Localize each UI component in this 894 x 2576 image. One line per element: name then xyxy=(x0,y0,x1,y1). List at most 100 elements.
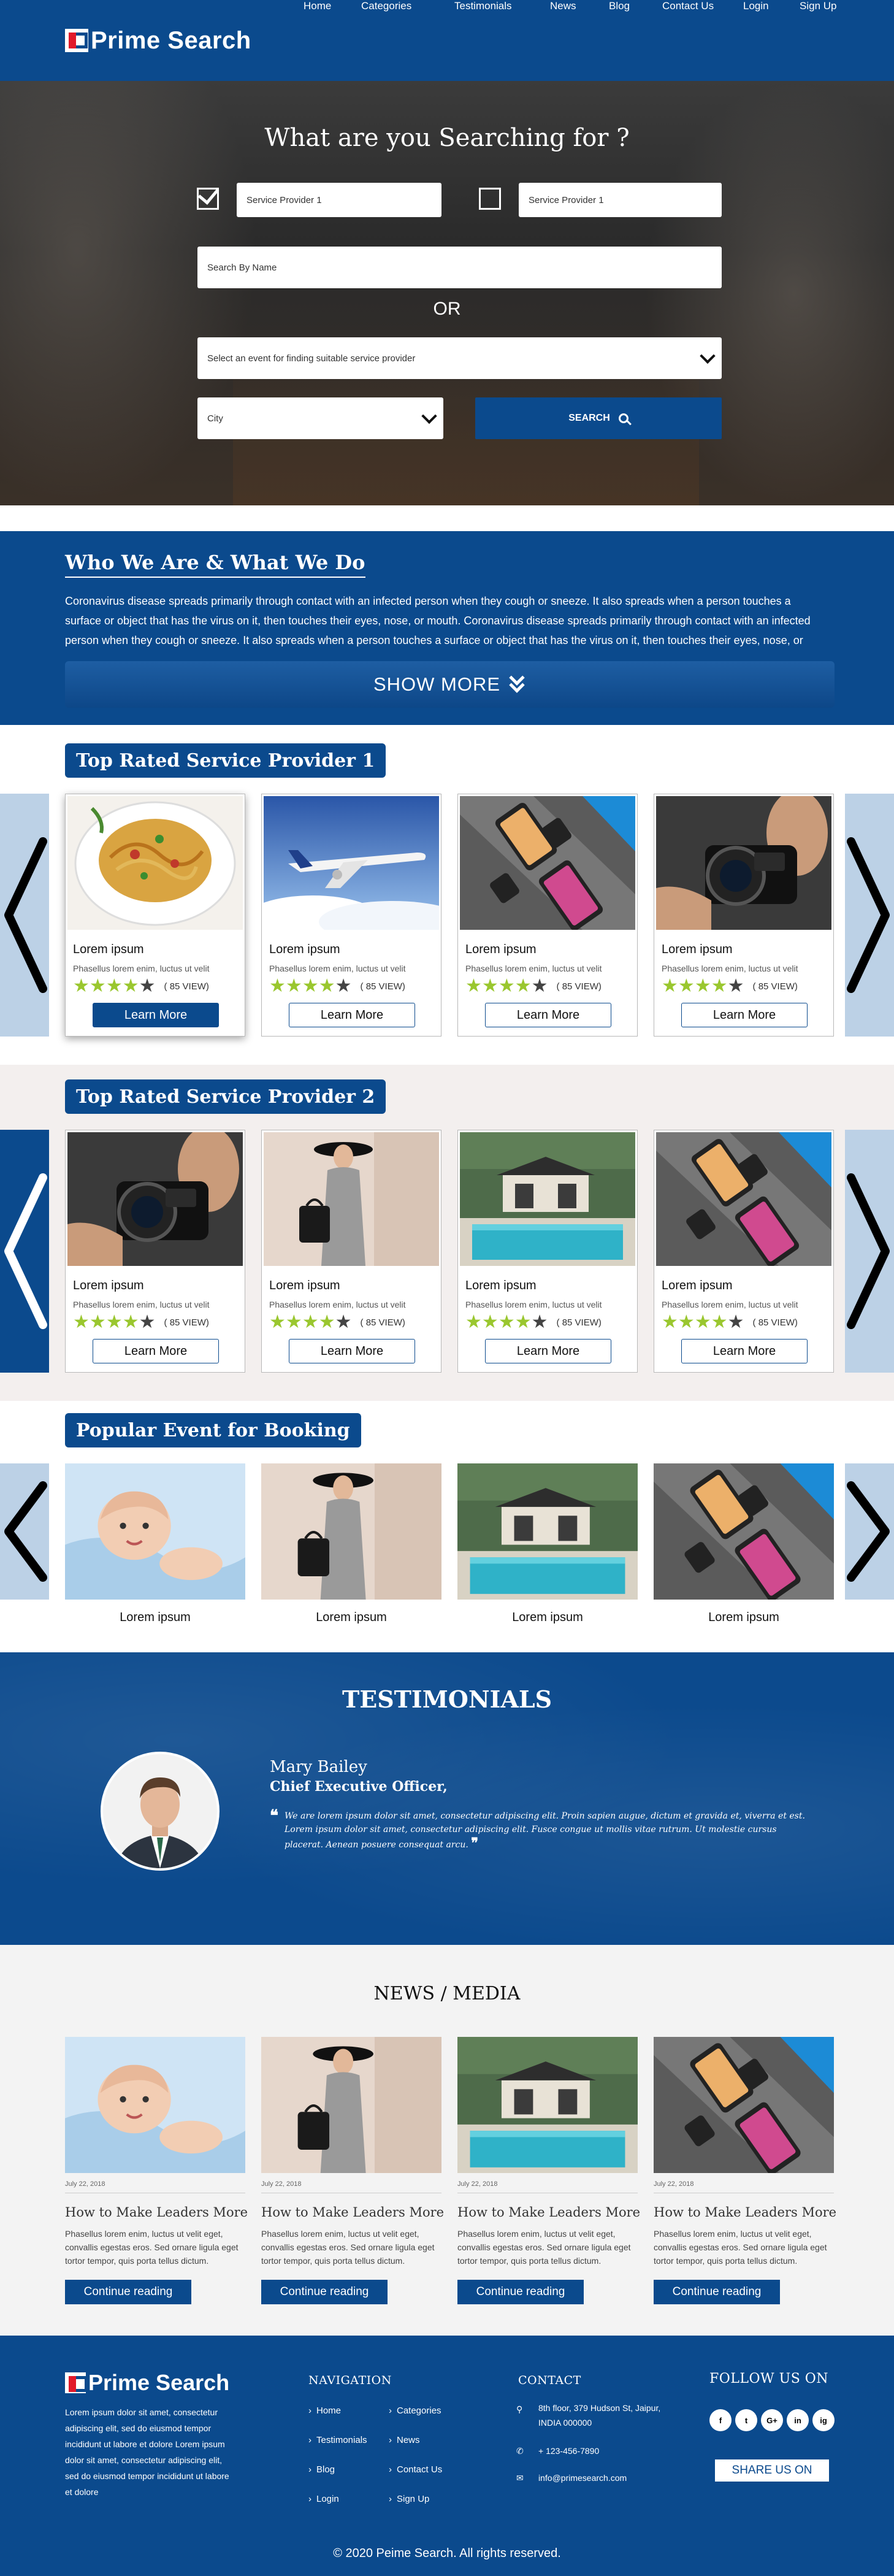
show-more-button[interactable]: SHOW MORE xyxy=(65,661,835,708)
facebook-icon[interactable]: f xyxy=(709,2409,732,2431)
nav-blog[interactable]: Blog xyxy=(609,0,630,12)
provider1-field[interactable]: Service Provider 1 xyxy=(237,183,441,217)
twitter-icon[interactable]: t xyxy=(735,2409,757,2431)
card-views: ( 85 VIEW) xyxy=(752,981,798,992)
event-image-phones-watches[interactable] xyxy=(654,1463,834,1600)
event-select[interactable]: Select an event for finding suitable ser… xyxy=(197,337,722,379)
card-image-fashion-woman xyxy=(264,1132,439,1266)
continue-reading-button[interactable]: Continue reading xyxy=(261,2280,388,2304)
instagram-icon[interactable]: ig xyxy=(812,2409,835,2431)
learn-more-button[interactable]: Learn More xyxy=(681,1339,808,1363)
learn-more-button[interactable]: Learn More xyxy=(681,1003,808,1027)
footer-link-sign-up[interactable]: Sign Up xyxy=(389,2494,429,2504)
carousel1-prev-button[interactable] xyxy=(0,794,49,1037)
events-prev-button[interactable] xyxy=(0,1463,49,1600)
star-icon: ★ xyxy=(727,1312,744,1332)
card-views: ( 85 VIEW) xyxy=(360,981,405,992)
google-plus-icon[interactable]: G+ xyxy=(761,2409,783,2431)
testimonial-avatar xyxy=(101,1752,220,1871)
footer-link-categories[interactable]: Categories xyxy=(389,2405,441,2416)
brand-logo[interactable]: Prime Search xyxy=(65,26,251,55)
learn-more-button[interactable]: Learn More xyxy=(289,1339,415,1363)
provider2-card[interactable]: Lorem ipsum Phasellus lorem enim, luctus… xyxy=(65,1130,245,1373)
card-image-camera xyxy=(67,1132,243,1266)
card-title: Lorem ipsum xyxy=(73,1279,144,1292)
event-image-baby[interactable] xyxy=(65,1463,245,1600)
learn-more-button[interactable]: Learn More xyxy=(485,1339,611,1363)
nav-sign-up[interactable]: Sign Up xyxy=(800,0,836,12)
nav-contact-us[interactable]: Contact Us xyxy=(662,0,714,12)
nav-categories[interactable]: Categories xyxy=(361,0,411,12)
continue-reading-button[interactable]: Continue reading xyxy=(654,2280,780,2304)
provider2-checkbox[interactable] xyxy=(479,188,501,210)
learn-more-button[interactable]: Learn More xyxy=(485,1003,611,1027)
provider1-card[interactable]: Lorem ipsum Phasellus lorem enim, luctus… xyxy=(261,794,441,1037)
event-label[interactable]: Lorem ipsum xyxy=(654,1611,834,1625)
event-label[interactable]: Lorem ipsum xyxy=(65,1611,245,1625)
footer-link-blog[interactable]: Blog xyxy=(308,2464,335,2475)
carousel2-next-button[interactable] xyxy=(845,1130,894,1373)
footer-link-home[interactable]: Home xyxy=(308,2405,341,2416)
learn-more-button[interactable]: Learn More xyxy=(93,1003,219,1027)
provider2-card[interactable]: Lorem ipsum Phasellus lorem enim, luctus… xyxy=(654,1130,834,1373)
continue-reading-button[interactable]: Continue reading xyxy=(65,2280,191,2304)
footer-logo[interactable]: Prime Search xyxy=(65,2370,229,2396)
news-headline[interactable]: How to Make Leaders More xyxy=(261,2205,444,2220)
provider1-card[interactable]: Lorem ipsum Phasellus lorem enim, luctus… xyxy=(457,794,638,1037)
provider2-field[interactable]: Service Provider 1 xyxy=(519,183,722,217)
provider1-checkbox[interactable] xyxy=(197,183,220,210)
news-image-baby[interactable] xyxy=(65,2037,245,2173)
event-label[interactable]: Lorem ipsum xyxy=(457,1611,638,1625)
footer-contact-title: CONTACT xyxy=(518,2374,581,2387)
nav-news[interactable]: News xyxy=(550,0,576,12)
provider1-card[interactable]: Lorem ipsum Phasellus lorem enim, luctus… xyxy=(654,794,834,1037)
search-by-name-input[interactable]: Search By Name xyxy=(197,247,722,288)
news-image-phones-watches[interactable] xyxy=(654,2037,834,2173)
learn-more-button[interactable]: Learn More xyxy=(93,1339,219,1363)
nav-testimonials[interactable]: Testimonials xyxy=(454,0,512,12)
footer-email[interactable]: info@primesearch.com xyxy=(538,2471,661,2485)
news-headline[interactable]: How to Make Leaders More xyxy=(654,2205,836,2220)
events-next-button[interactable] xyxy=(845,1463,894,1600)
footer-link-testimonials[interactable]: Testimonials xyxy=(308,2435,367,2445)
share-button[interactable]: SHARE US ON xyxy=(714,2458,830,2483)
footer-link-contact-us[interactable]: Contact Us xyxy=(389,2464,442,2475)
carousel2-prev-button[interactable] xyxy=(0,1130,49,1373)
news-headline[interactable]: How to Make Leaders More xyxy=(457,2205,640,2220)
provider1-card[interactable]: Lorem ipsum Phasellus lorem enim, luctus… xyxy=(65,794,245,1037)
card-title: Lorem ipsum xyxy=(662,1279,733,1292)
nav-login[interactable]: Login xyxy=(743,0,769,12)
news-image-pool-house[interactable] xyxy=(457,2037,638,2173)
quote-open-icon: ❝ xyxy=(270,1807,278,1825)
news-headline[interactable]: How to Make Leaders More xyxy=(65,2205,248,2220)
event-image-pool-house[interactable] xyxy=(457,1463,638,1600)
card-title: Lorem ipsum xyxy=(662,943,733,956)
learn-more-button[interactable]: Learn More xyxy=(289,1003,415,1027)
search-button[interactable]: SEARCH xyxy=(475,397,722,439)
footer-link-news[interactable]: News xyxy=(389,2435,420,2445)
card-views: ( 85 VIEW) xyxy=(752,1317,798,1328)
nav-home[interactable]: Home xyxy=(304,0,331,12)
star-icon: ★ xyxy=(105,976,123,996)
news-excerpt: Phasellus lorem enim, luctus ut velit eg… xyxy=(654,2229,827,2266)
star-icon: ★ xyxy=(531,1312,548,1332)
footer-phone[interactable]: + 123-456-7890 xyxy=(538,2444,661,2458)
card-title: Lorem ipsum xyxy=(269,1279,340,1292)
about-title: Who We Are & What We Do xyxy=(65,551,365,578)
city-select[interactable]: City xyxy=(197,397,443,439)
star-icon: ★ xyxy=(122,1312,139,1332)
event-label[interactable]: Lorem ipsum xyxy=(261,1611,441,1625)
event-select-value: Select an event for finding suitable ser… xyxy=(207,353,416,364)
provider2-card[interactable]: Lorem ipsum Phasellus lorem enim, luctus… xyxy=(261,1130,441,1373)
star-icon: ★ xyxy=(269,1312,286,1332)
linkedin-icon[interactable]: in xyxy=(787,2409,809,2431)
continue-reading-button[interactable]: Continue reading xyxy=(457,2280,584,2304)
card-rating: ★ ★ ★ ★ ★( 85 VIEW) xyxy=(662,1313,798,1332)
footer-link-login[interactable]: Login xyxy=(308,2494,339,2504)
news-image-fashion-woman[interactable] xyxy=(261,2037,441,2173)
star-icon: ★ xyxy=(465,1312,482,1332)
provider2-card[interactable]: Lorem ipsum Phasellus lorem enim, luctus… xyxy=(457,1130,638,1373)
about-text: Coronavirus disease spreads primarily th… xyxy=(65,595,811,646)
carousel1-next-button[interactable] xyxy=(845,794,894,1037)
event-image-fashion-woman[interactable] xyxy=(261,1463,441,1600)
